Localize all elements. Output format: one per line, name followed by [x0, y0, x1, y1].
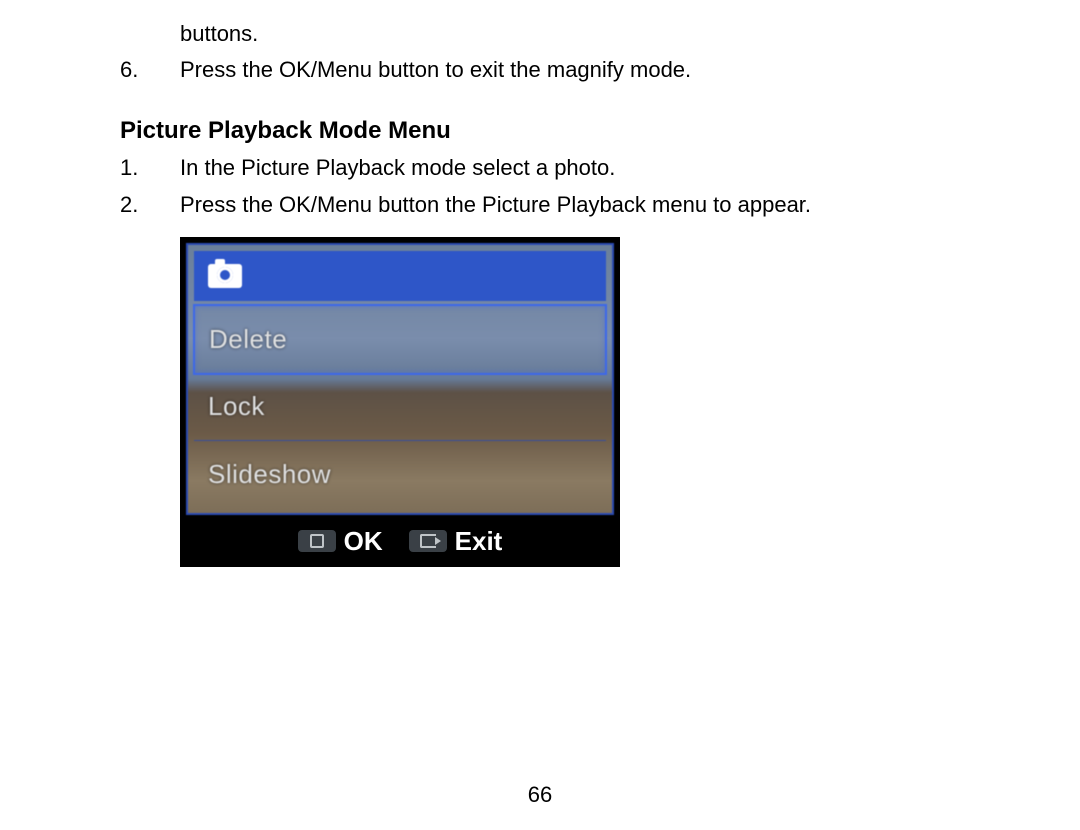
list-text: In the Picture Playback mode select a ph…	[180, 149, 960, 186]
menu-tab-bar	[194, 251, 606, 301]
ok-button-icon	[298, 530, 336, 552]
camera-lcd-screenshot: Delete Lock Slideshow OK Exit	[180, 237, 620, 567]
numbered-item-2: 2. Press the OK/Menu button the Picture …	[120, 186, 960, 223]
body-text-continuation: buttons.	[120, 16, 960, 51]
list-text: Press the OK/Menu button to exit the mag…	[180, 51, 960, 88]
section-heading: Picture Playback Mode Menu	[120, 117, 960, 145]
camera-footer-bar: OK Exit	[182, 517, 618, 565]
camera-menu-panel: Delete Lock Slideshow	[186, 243, 614, 515]
ok-hint: OK	[298, 526, 383, 557]
numbered-item-6: 6. Press the OK/Menu button to exit the …	[120, 51, 960, 88]
ok-label: OK	[344, 526, 383, 557]
page-number: 66	[0, 782, 1080, 808]
camera-icon	[208, 264, 242, 288]
list-text: Press the OK/Menu button the Picture Pla…	[180, 186, 960, 223]
menu-list: Delete Lock Slideshow	[194, 305, 606, 507]
exit-button-icon	[409, 530, 447, 552]
menu-item-lock[interactable]: Lock	[194, 374, 606, 441]
exit-label: Exit	[455, 526, 503, 557]
menu-item-delete[interactable]: Delete	[193, 304, 607, 374]
exit-hint: Exit	[409, 526, 503, 557]
list-number: 2.	[120, 186, 180, 223]
menu-item-slideshow[interactable]: Slideshow	[194, 441, 606, 507]
manual-page: buttons. 6. Press the OK/Menu button to …	[0, 0, 1080, 830]
list-number: 6.	[120, 51, 180, 88]
numbered-item-1: 1. In the Picture Playback mode select a…	[120, 149, 960, 186]
list-number: 1.	[120, 149, 180, 186]
